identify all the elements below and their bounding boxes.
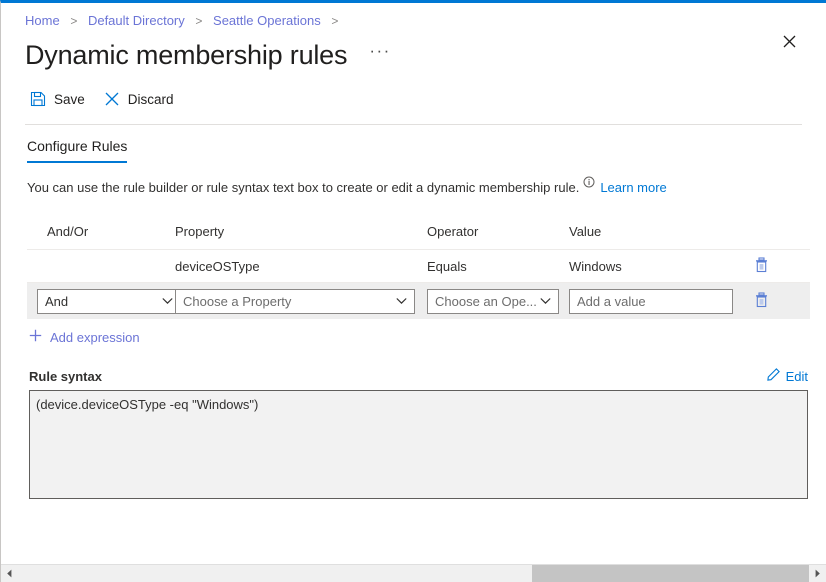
column-header-property: Property (175, 223, 225, 239)
page-title: Dynamic membership rules (25, 40, 348, 70)
row-value-cell: Add a value (569, 288, 739, 314)
row-andor-cell: And (27, 288, 181, 314)
close-button[interactable] (774, 28, 804, 58)
breadcrumb-separator: > (195, 14, 203, 28)
info-icon[interactable] (583, 176, 595, 188)
pencil-icon (766, 368, 780, 384)
property-dropdown-value: Choose a Property (183, 293, 292, 309)
more-options-button[interactable]: ··· (369, 42, 390, 67)
discard-label: Discard (127, 91, 174, 107)
breadcrumb: Home > Default Directory > Seattle Opera… (1, 3, 826, 30)
chevron-down-icon (162, 298, 173, 305)
add-expression-button[interactable]: Add expression (29, 329, 140, 345)
delete-row-button[interactable] (749, 289, 773, 313)
discard-button[interactable]: Discard (99, 86, 184, 112)
scroll-right-button[interactable] (809, 565, 826, 582)
rule-syntax-textarea[interactable]: (device.deviceOSType -eq "Windows") (29, 390, 808, 499)
delete-row-button[interactable] (749, 254, 773, 278)
value-input[interactable]: Add a value (569, 288, 733, 314)
tab-configure-rules-label: Configure Rules (27, 138, 128, 154)
table-row: deviceOSType Equals Windows (27, 250, 810, 283)
column-header-operator: Operator (427, 223, 479, 239)
row-property: deviceOSType (175, 258, 260, 274)
scrollbar-thumb[interactable] (532, 565, 809, 582)
scroll-left-button[interactable] (1, 565, 18, 582)
add-expression-label: Add expression (50, 329, 140, 345)
breadcrumb-item-home[interactable]: Home (25, 13, 60, 28)
operator-dropdown[interactable]: Choose an Ope... (427, 288, 559, 314)
operator-dropdown-value: Choose an Ope... (435, 293, 537, 309)
rules-table-header: And/Or Property Operator Value (27, 218, 810, 250)
horizontal-scrollbar[interactable] (1, 564, 826, 582)
andor-dropdown-value: And (45, 293, 69, 309)
blade-panel: Home > Default Directory > Seattle Opera… (0, 0, 826, 582)
trash-icon (754, 291, 769, 311)
scrollbar-track[interactable] (18, 565, 809, 582)
row-property-cell: Choose a Property (175, 288, 427, 314)
column-header-andor: And/Or (47, 223, 89, 239)
learn-more-link[interactable]: Learn more (600, 179, 666, 197)
edit-rule-syntax-button[interactable]: Edit (766, 368, 808, 384)
row-operator-cell: Choose an Ope... (427, 288, 569, 314)
breadcrumb-item-seattle-operations[interactable]: Seattle Operations (213, 13, 321, 28)
breadcrumb-item-default-directory[interactable]: Default Directory (88, 13, 185, 28)
table-row: And Choose a Property Choose an Ope... A… (27, 283, 810, 319)
plus-icon (29, 329, 42, 345)
close-icon (783, 35, 796, 51)
save-icon (29, 90, 47, 108)
chevron-down-icon (540, 298, 551, 305)
description-text: You can use the rule builder or rule syn… (1, 163, 826, 197)
chevron-down-icon (396, 298, 407, 305)
trash-icon (754, 256, 769, 276)
tab-list: Configure Rules (1, 125, 826, 163)
breadcrumb-separator: > (70, 14, 78, 28)
save-button[interactable]: Save (25, 86, 95, 112)
rule-syntax-value: (device.deviceOSType -eq "Windows") (36, 397, 259, 412)
description-label: You can use the rule builder or rule syn… (27, 180, 580, 195)
discard-icon (103, 90, 121, 108)
row-actions (739, 289, 783, 313)
save-label: Save (54, 91, 85, 107)
andor-dropdown[interactable]: And (37, 288, 181, 314)
title-row: Dynamic membership rules ··· (1, 30, 826, 73)
command-bar: Save Discard (1, 73, 826, 111)
row-value: Windows (569, 258, 622, 274)
property-dropdown[interactable]: Choose a Property (175, 288, 415, 314)
rule-syntax-header: Rule syntax Edit (29, 368, 808, 384)
row-actions (739, 254, 783, 278)
tab-configure-rules[interactable]: Configure Rules (27, 138, 128, 163)
rules-table: And/Or Property Operator Value deviceOST… (27, 218, 810, 319)
value-input-placeholder: Add a value (577, 293, 646, 309)
edit-label: Edit (785, 368, 808, 384)
rule-syntax-label: Rule syntax (29, 368, 102, 384)
column-header-value: Value (569, 223, 602, 239)
breadcrumb-separator: > (331, 14, 339, 28)
blade-content: Home > Default Directory > Seattle Opera… (1, 3, 826, 564)
row-operator: Equals (427, 258, 467, 274)
